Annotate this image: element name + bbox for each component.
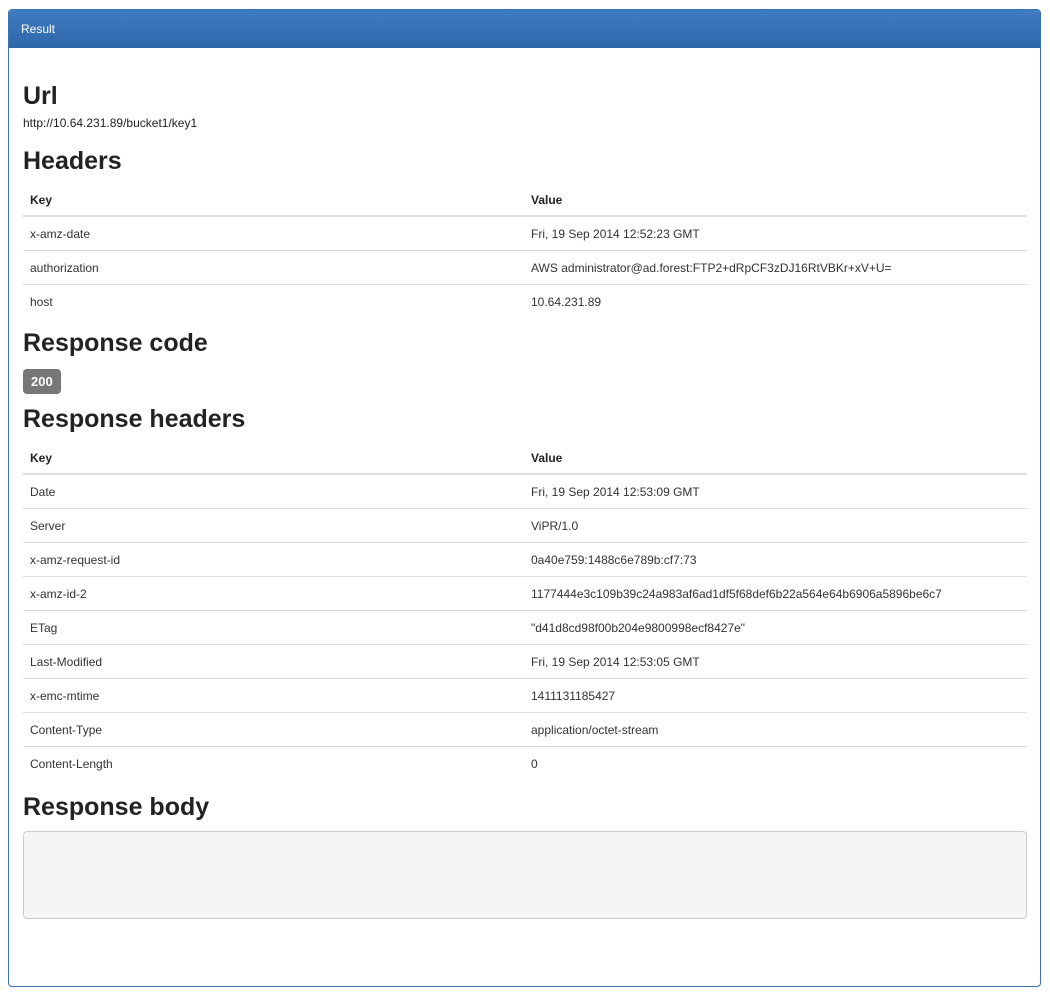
header-value: 10.64.231.89 — [524, 284, 1027, 318]
response-header-value: 0 — [524, 746, 1027, 780]
table-row: Server ViPR/1.0 — [23, 508, 1027, 543]
result-panel: Result Url http://10.64.231.89/bucket1/k… — [8, 9, 1041, 987]
table-row: x-amz-id-2 1177444e3c109b39c24a983af6ad1… — [23, 576, 1027, 611]
table-row: x-emc-mtime 1411131185427 — [23, 678, 1027, 713]
header-value: AWS administrator@ad.forest:FTP2+dRpCF3z… — [524, 250, 1027, 285]
response-header-value: Fri, 19 Sep 2014 12:53:09 GMT — [531, 484, 700, 499]
response-header-key: x-amz-request-id — [23, 542, 524, 577]
response-header-value: application/octet-stream — [524, 712, 1027, 747]
table-row: x-amz-date Fri, 19 Sep 2014 12:52:23 GMT — [23, 216, 1027, 251]
table-row: Last-Modified Fri, 19 Sep 2014 12:53:05 … — [23, 644, 1027, 679]
response-header-value: Fri, 19 Sep 2014 12:53:05 GMT — [524, 644, 1027, 679]
table-header-row: Key Value — [23, 443, 1027, 475]
response-headers-heading: Response headers — [23, 405, 246, 433]
response-body-heading: Response body — [23, 793, 210, 821]
panel-title: Result — [21, 22, 56, 36]
table-row: ETag "d41d8cd98f00b204e9800998ecf8427e" — [23, 610, 1027, 645]
table-row: host 10.64.231.89 — [23, 284, 1027, 318]
response-code-heading: Response code — [23, 329, 208, 357]
response-header-value: "d41d8cd98f00b204e9800998ecf8427e" — [524, 610, 1027, 645]
table-row: Date Fri, 19 Sep 2014 12:53:09 GMT — [23, 474, 1027, 509]
response-header-value: 1411131185427 — [524, 678, 1027, 713]
column-header-key: Key — [23, 443, 524, 475]
table-row: Content-Length 0 — [23, 746, 1027, 780]
panel-body: Url http://10.64.231.89/bucket1/key1 Hea… — [9, 81, 1040, 919]
response-body-box[interactable] — [23, 831, 1027, 919]
header-key: x-amz-date — [30, 226, 91, 241]
response-header-key: Content-Length — [23, 746, 524, 780]
response-header-value: ViPR/1.0 — [524, 508, 1027, 543]
header-value: Fri, 19 Sep 2014 12:52:23 GMT — [531, 226, 700, 241]
response-headers-table: Key Value Date Fri, 19 Sep 2014 12:53:09… — [23, 443, 1027, 780]
response-header-key: Date — [30, 484, 56, 499]
response-header-key: Last-Modified — [23, 644, 524, 679]
table-row: x-amz-request-id 0a40e759:1488c6e789b:cf… — [23, 542, 1027, 577]
panel-heading: Result — [9, 10, 1040, 48]
table-row: authorization AWS administrator@ad.fores… — [23, 250, 1027, 285]
response-header-key: Content-Type — [23, 712, 524, 747]
status-badge: 200 — [23, 369, 61, 394]
headers-table: Key Value x-amz-date Fri, 19 Sep 2014 12… — [23, 185, 1027, 318]
url-value: http://10.64.231.89/bucket1/key1 — [23, 116, 198, 130]
header-key: host — [23, 284, 524, 318]
response-header-key: Server — [23, 508, 524, 543]
response-header-value: 0a40e759:1488c6e789b:cf7:73 — [524, 542, 1027, 577]
column-header-value: Value — [524, 443, 1027, 475]
response-header-key: x-emc-mtime — [23, 678, 524, 713]
column-header-value: Value — [524, 185, 1027, 217]
header-key: authorization — [23, 250, 524, 285]
headers-heading: Headers — [23, 147, 122, 175]
column-header-key: Key — [23, 185, 524, 217]
table-header-row: Key Value — [23, 185, 1027, 217]
response-header-value: 1177444e3c109b39c24a983af6ad1df5f68def6b… — [524, 576, 1027, 611]
url-heading: Url — [23, 82, 58, 110]
response-header-key: ETag — [23, 610, 524, 645]
response-header-key: x-amz-id-2 — [23, 576, 524, 611]
table-row: Content-Type application/octet-stream — [23, 712, 1027, 747]
